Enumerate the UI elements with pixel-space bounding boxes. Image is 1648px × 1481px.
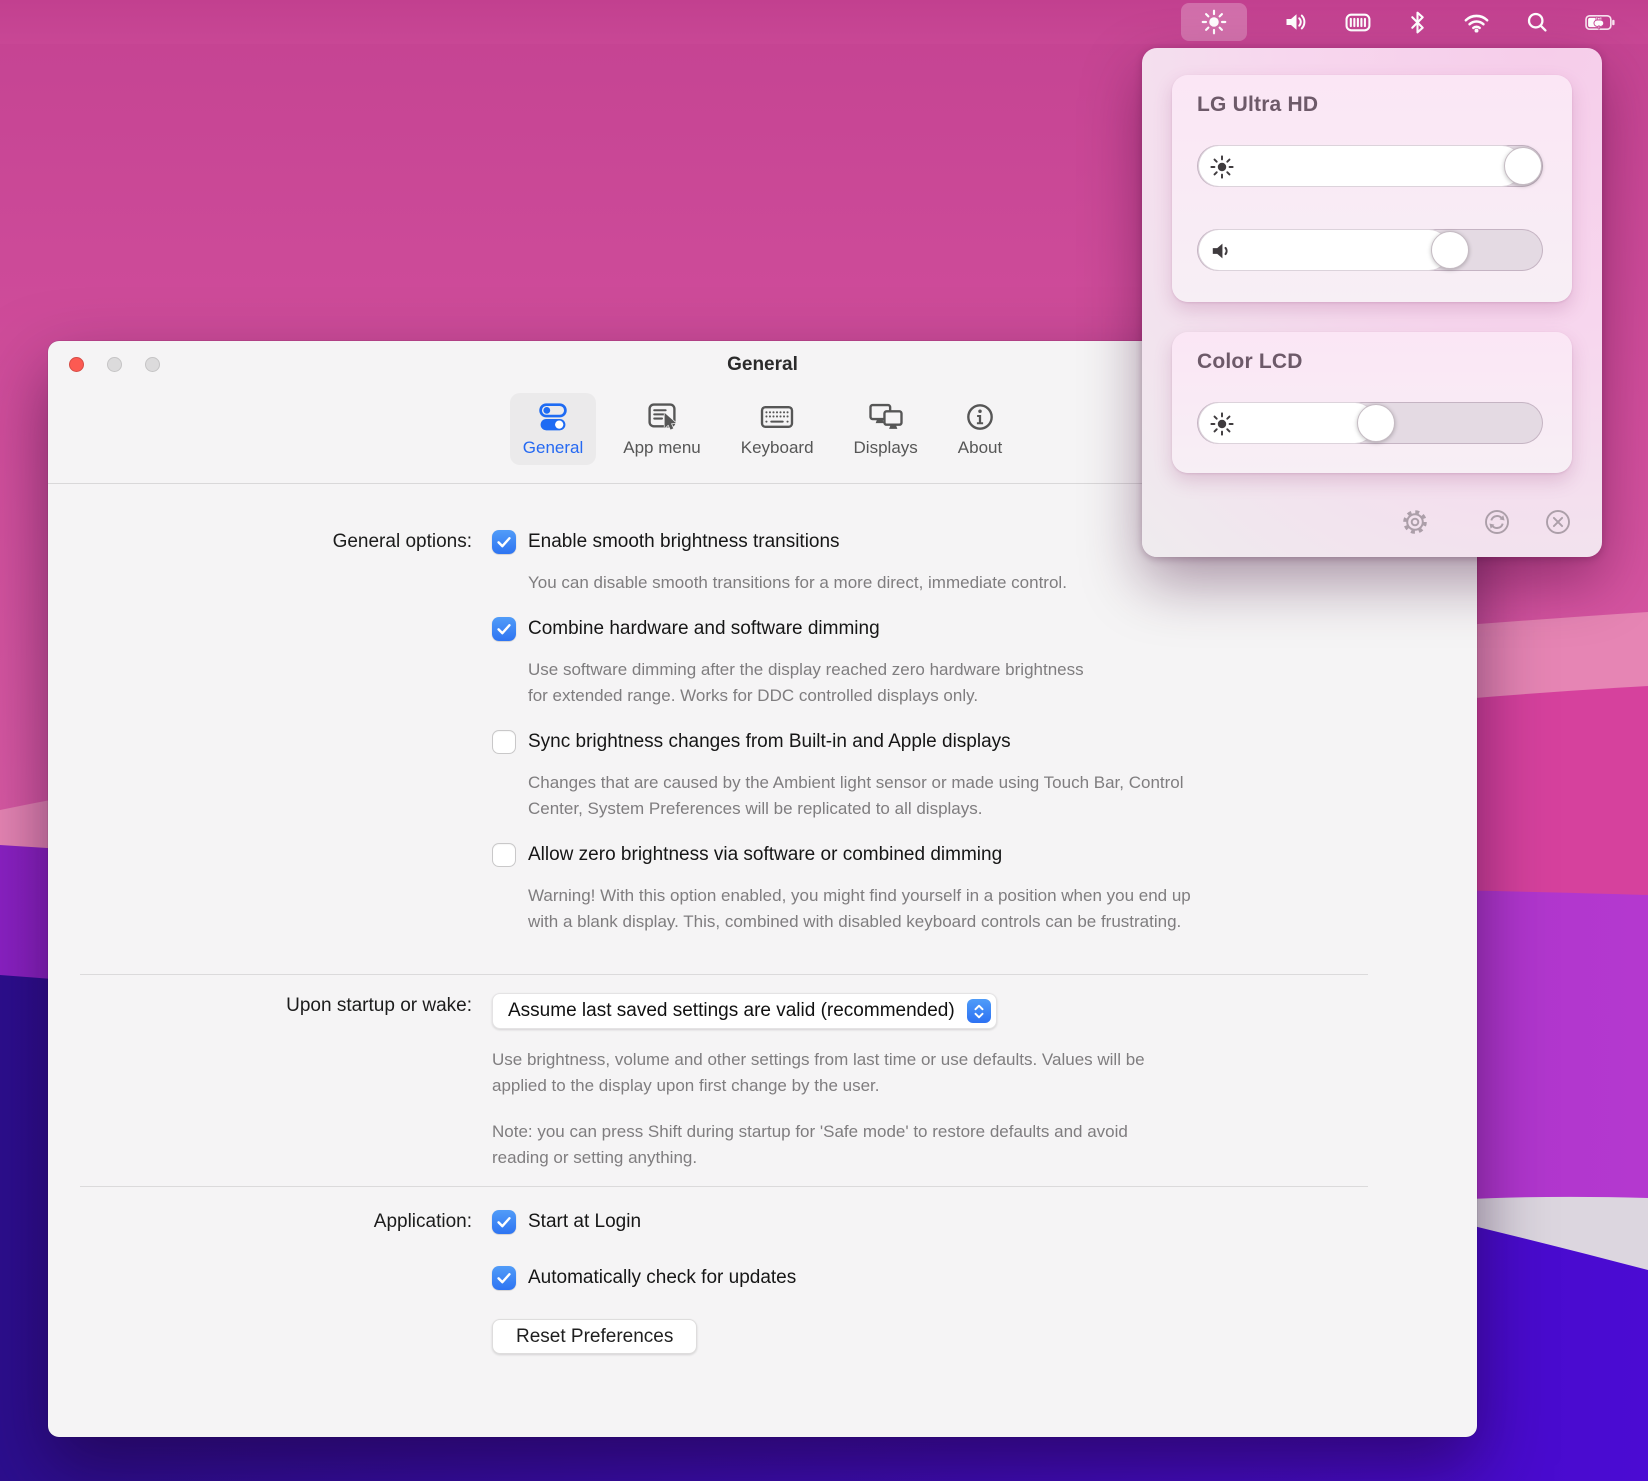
- tab-about[interactable]: About: [945, 393, 1015, 465]
- checkbox-row-auto-updates[interactable]: Automatically check for updates: [492, 1265, 1477, 1291]
- wifi-menu-icon[interactable]: [1463, 11, 1490, 33]
- slider-fill: [1198, 229, 1450, 271]
- chevron-up-down-icon: [973, 1003, 985, 1020]
- tab-label: Displays: [854, 438, 918, 458]
- search-icon: [1526, 11, 1549, 34]
- brightness-icon: [1209, 411, 1235, 437]
- slider-knob[interactable]: [1504, 147, 1542, 185]
- keyboard-brightness-menu-icon[interactable]: [1345, 12, 1372, 33]
- checkbox-checked[interactable]: [492, 1266, 516, 1290]
- checkbox-row-combine-dimming[interactable]: Combine hardware and software dimming: [492, 616, 1477, 642]
- tab-label: About: [958, 438, 1002, 458]
- dropdown-stepper: [967, 999, 991, 1023]
- menu-bar: [0, 0, 1648, 44]
- checkbox-row-zero-brightness[interactable]: Allow zero brightness via software or co…: [492, 842, 1477, 868]
- checkbox-description: Warning! With this option enabled, you m…: [528, 883, 1477, 935]
- slider-knob[interactable]: [1357, 404, 1395, 442]
- desktop: LG Ultra HD: [0, 0, 1648, 1481]
- checkbox-row-sync-brightness[interactable]: Sync brightness changes from Built-in an…: [492, 729, 1477, 755]
- checkbox-description: Changes that are caused by the Ambient l…: [528, 770, 1477, 822]
- brightness-slider[interactable]: [1197, 402, 1543, 444]
- checkbox-unchecked[interactable]: [492, 730, 516, 754]
- sun-icon: [1201, 9, 1227, 35]
- tab-label: General: [523, 438, 583, 458]
- checkbox-checked[interactable]: [492, 617, 516, 641]
- checkbox-row-start-at-login[interactable]: Start at Login: [492, 1209, 1477, 1235]
- battery-menu-icon[interactable]: [1585, 14, 1616, 31]
- menu-bar-status-icons: [1181, 0, 1648, 44]
- checkmark-icon: [494, 1268, 514, 1288]
- settings-content: General options: Enable smooth brightnes…: [48, 484, 1477, 1354]
- settings-gear-icon[interactable]: [1400, 507, 1430, 537]
- checkbox-label: Automatically check for updates: [528, 1267, 796, 1289]
- checkbox-label: Enable smooth brightness transitions: [528, 531, 840, 553]
- checkbox-description: You can disable smooth transitions for a…: [528, 570, 1477, 596]
- display-card-color-lcd: Color LCD: [1172, 332, 1572, 473]
- checkbox-label: Allow zero brightness via software or co…: [528, 844, 1002, 866]
- keyboard-brightness-icon: [1345, 12, 1372, 33]
- close-icon[interactable]: [1543, 507, 1573, 537]
- brightness-slider[interactable]: [1197, 145, 1543, 187]
- checkbox-checked[interactable]: [492, 530, 516, 554]
- checkbox-unchecked[interactable]: [492, 843, 516, 867]
- app-menu-icon: [644, 402, 680, 433]
- tab-displays[interactable]: Displays: [841, 393, 931, 465]
- display-name: Color LCD: [1197, 350, 1303, 374]
- tab-general[interactable]: General: [510, 393, 596, 465]
- display-card-lg-ultra-hd: LG Ultra HD: [1172, 75, 1572, 302]
- spotlight-search-menu-icon[interactable]: [1526, 11, 1549, 34]
- tab-app-menu[interactable]: App menu: [610, 393, 714, 465]
- speaker-icon: [1283, 10, 1309, 34]
- toggles-icon: [535, 402, 571, 433]
- startup-behavior-dropdown[interactable]: Assume last saved settings are valid (re…: [492, 993, 997, 1029]
- checkmark-icon: [494, 532, 514, 552]
- volume-icon: [1209, 238, 1235, 264]
- info-icon: [964, 402, 996, 433]
- brightness-menu-icon[interactable]: [1181, 3, 1247, 41]
- dropdown-description: Use brightness, volume and other setting…: [492, 1047, 1477, 1099]
- dropdown-note: Note: you can press Shift during startup…: [492, 1119, 1477, 1171]
- displays-icon: [867, 402, 905, 433]
- application-group: Application: Start at Login Automaticall…: [48, 1209, 1477, 1354]
- refresh-icon[interactable]: [1482, 507, 1512, 537]
- checkmark-icon: [494, 1212, 514, 1232]
- reset-preferences-button[interactable]: Reset Preferences: [492, 1319, 697, 1354]
- wifi-icon: [1463, 11, 1490, 33]
- checkbox-label: Sync brightness changes from Built-in an…: [528, 731, 1011, 753]
- tab-keyboard[interactable]: Keyboard: [728, 393, 827, 465]
- checkbox-checked[interactable]: [492, 1210, 516, 1234]
- slider-knob[interactable]: [1431, 231, 1469, 269]
- bluetooth-menu-icon[interactable]: [1408, 10, 1427, 35]
- popover-actions: [1142, 507, 1602, 537]
- group-label: Upon startup or wake:: [48, 993, 472, 1171]
- general-options-group: General options: Enable smooth brightnes…: [48, 529, 1477, 955]
- group-label: Application:: [48, 1209, 472, 1354]
- brightness-icon: [1209, 154, 1235, 180]
- volume-menu-icon[interactable]: [1283, 10, 1309, 34]
- group-label: General options:: [48, 529, 472, 955]
- bluetooth-icon: [1408, 10, 1427, 35]
- checkbox-description: Use software dimming after the display r…: [528, 657, 1477, 709]
- section-divider: [80, 1186, 1368, 1187]
- startup-group: Upon startup or wake: Assume last saved …: [48, 993, 1477, 1171]
- volume-slider[interactable]: [1197, 229, 1543, 271]
- battery-charging-icon: [1585, 14, 1616, 31]
- displays-popover: LG Ultra HD: [1142, 48, 1602, 557]
- dropdown-value: Assume last saved settings are valid (re…: [508, 1000, 955, 1022]
- display-name: LG Ultra HD: [1197, 93, 1318, 117]
- tab-label: Keyboard: [741, 438, 814, 458]
- tab-label: App menu: [623, 438, 701, 458]
- checkbox-label: Combine hardware and software dimming: [528, 618, 880, 640]
- checkmark-icon: [494, 619, 514, 639]
- keyboard-icon: [759, 402, 795, 433]
- slider-fill: [1198, 145, 1523, 187]
- checkbox-label: Start at Login: [528, 1211, 641, 1233]
- section-divider: [80, 974, 1368, 975]
